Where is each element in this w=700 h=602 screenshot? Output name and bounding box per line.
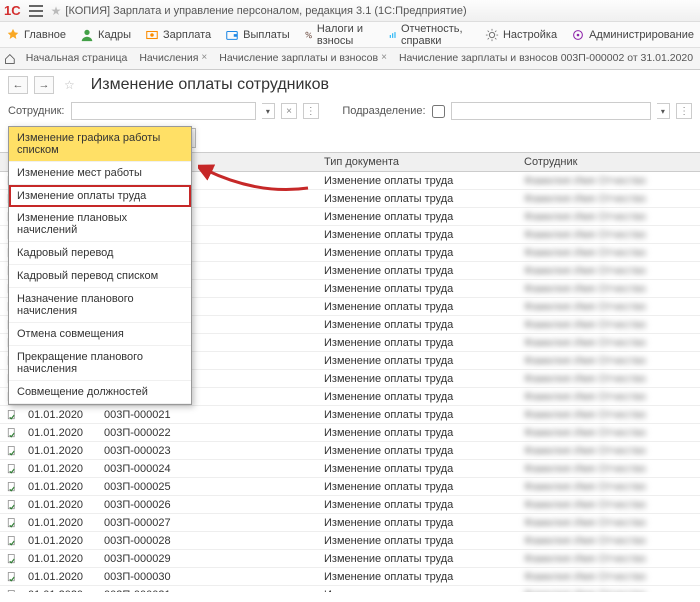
dropdown-item[interactable]: Отмена совмещения: [9, 323, 191, 346]
department-filter-input[interactable]: [451, 102, 651, 120]
table-row[interactable]: 01.01.2020003П-000024Изменение оплаты тр…: [0, 460, 700, 478]
dropdown-item[interactable]: Изменение плановых начислений: [9, 207, 191, 242]
column-type[interactable]: Тип документа: [324, 156, 524, 168]
page-title: Изменение оплаты сотрудников: [91, 76, 329, 94]
logo-1c: 1C: [4, 3, 21, 18]
employee-filter-dropdown[interactable]: ▾: [262, 103, 276, 119]
document-icon: [6, 463, 18, 475]
employee-filter-label: Сотрудник:: [8, 105, 65, 117]
tab[interactable]: Начисление зарплаты и взносов 003П-00000…: [393, 49, 696, 69]
document-icon: [6, 517, 18, 529]
dropdown-item[interactable]: Изменение оплаты труда: [9, 185, 191, 207]
person-icon: [80, 28, 94, 42]
document-icon: [6, 409, 18, 421]
dropdown-item[interactable]: Назначение планового начисления: [9, 288, 191, 323]
star-icon: [6, 28, 20, 42]
document-icon: [6, 589, 18, 593]
table-row[interactable]: 01.01.2020003П-000027Изменение оплаты тр…: [0, 514, 700, 532]
favorite-icon[interactable]: ☆: [64, 78, 75, 92]
menu-person[interactable]: Кадры: [80, 28, 131, 42]
table-row[interactable]: 01.01.2020003П-000028Изменение оплаты тр…: [0, 532, 700, 550]
tab[interactable]: Начисления×: [133, 49, 213, 69]
table-row[interactable]: 01.01.2020003П-000021Изменение оплаты тр…: [0, 406, 700, 424]
document-icon: [6, 481, 18, 493]
menu-percent[interactable]: Налоги и взносы: [304, 23, 374, 47]
menu-chart[interactable]: Отчетность, справки: [388, 23, 471, 47]
home-icon[interactable]: [4, 52, 16, 66]
department-filter-dropdown[interactable]: ▾: [657, 103, 671, 119]
tab-strip: Начальная страницаНачисления×Начисление …: [0, 48, 700, 70]
table-row[interactable]: 01.01.2020003П-000030Изменение оплаты тр…: [0, 568, 700, 586]
chart-icon: [388, 28, 397, 42]
dropdown-item[interactable]: Прекращение планового начисления: [9, 346, 191, 381]
department-filter-more[interactable]: ⋮: [676, 103, 692, 119]
star-icon[interactable]: ★: [51, 4, 62, 18]
menu-money[interactable]: Зарплата: [145, 28, 211, 42]
forward-button[interactable]: →: [34, 76, 54, 94]
back-button[interactable]: ←: [8, 76, 28, 94]
menu-wallet[interactable]: Выплаты: [225, 28, 289, 42]
dropdown-item[interactable]: Совмещение должностей: [9, 381, 191, 404]
money-icon: [145, 28, 159, 42]
tab[interactable]: Начальная страница: [20, 49, 134, 69]
employee-filter-input[interactable]: [71, 102, 256, 120]
main-menu: Главное Кадры Зарплата Выплаты Налоги и взно…: [0, 22, 700, 48]
close-icon[interactable]: ×: [201, 52, 207, 63]
admin-icon: [571, 28, 585, 42]
table-row[interactable]: 01.01.2020003П-000031Изменение оплаты тр…: [0, 586, 700, 592]
annotation-arrow: [198, 160, 318, 200]
document-icon: [6, 499, 18, 511]
menu-gear[interactable]: Настройка: [485, 28, 557, 42]
tab[interactable]: Начисление зарплаты и взносов×: [213, 49, 393, 69]
table-row[interactable]: 01.01.2020003П-000023Изменение оплаты тр…: [0, 442, 700, 460]
employee-filter-clear[interactable]: ×: [281, 103, 297, 119]
percent-icon: [304, 28, 313, 42]
table-row[interactable]: 01.01.2020003П-000026Изменение оплаты тр…: [0, 496, 700, 514]
close-icon[interactable]: ×: [381, 52, 387, 63]
titlebar: 1C ★ [КОПИЯ] Зарплата и управление персо…: [0, 0, 700, 22]
dropdown-item[interactable]: Кадровый перевод: [9, 242, 191, 265]
burger-icon[interactable]: [29, 5, 43, 17]
dropdown-item[interactable]: Изменение мест работы: [9, 162, 191, 185]
table-row[interactable]: 01.01.2020003П-000025Изменение оплаты тр…: [0, 478, 700, 496]
department-filter-checkbox[interactable]: [432, 105, 445, 118]
wallet-icon: [225, 28, 239, 42]
window-title: [КОПИЯ] Зарплата и управление персоналом…: [65, 5, 466, 17]
document-icon: [6, 427, 18, 439]
column-employee[interactable]: Сотрудник: [524, 156, 700, 168]
create-dropdown: Изменение графика работы спискомИзменени…: [8, 126, 192, 405]
menu-star[interactable]: Главное: [6, 28, 66, 42]
document-icon: [6, 553, 18, 565]
menu-admin[interactable]: Администрирование: [571, 28, 694, 42]
page-header: ← → ☆ Изменение оплаты сотрудников: [0, 70, 700, 100]
document-icon: [6, 445, 18, 457]
dropdown-item[interactable]: Изменение графика работы списком: [9, 127, 191, 162]
employee-filter-more[interactable]: ⋮: [303, 103, 319, 119]
document-icon: [6, 535, 18, 547]
filter-row: Сотрудник: ▾ × ⋮ Подразделение: ▾ ⋮: [0, 100, 700, 126]
gear-icon: [485, 28, 499, 42]
dropdown-item[interactable]: Кадровый перевод списком: [9, 265, 191, 288]
table-row[interactable]: 01.01.2020003П-000022Изменение оплаты тр…: [0, 424, 700, 442]
department-filter-label: Подразделение:: [342, 105, 425, 117]
document-icon: [6, 571, 18, 583]
table-row[interactable]: 01.01.2020003П-000029Изменение оплаты тр…: [0, 550, 700, 568]
